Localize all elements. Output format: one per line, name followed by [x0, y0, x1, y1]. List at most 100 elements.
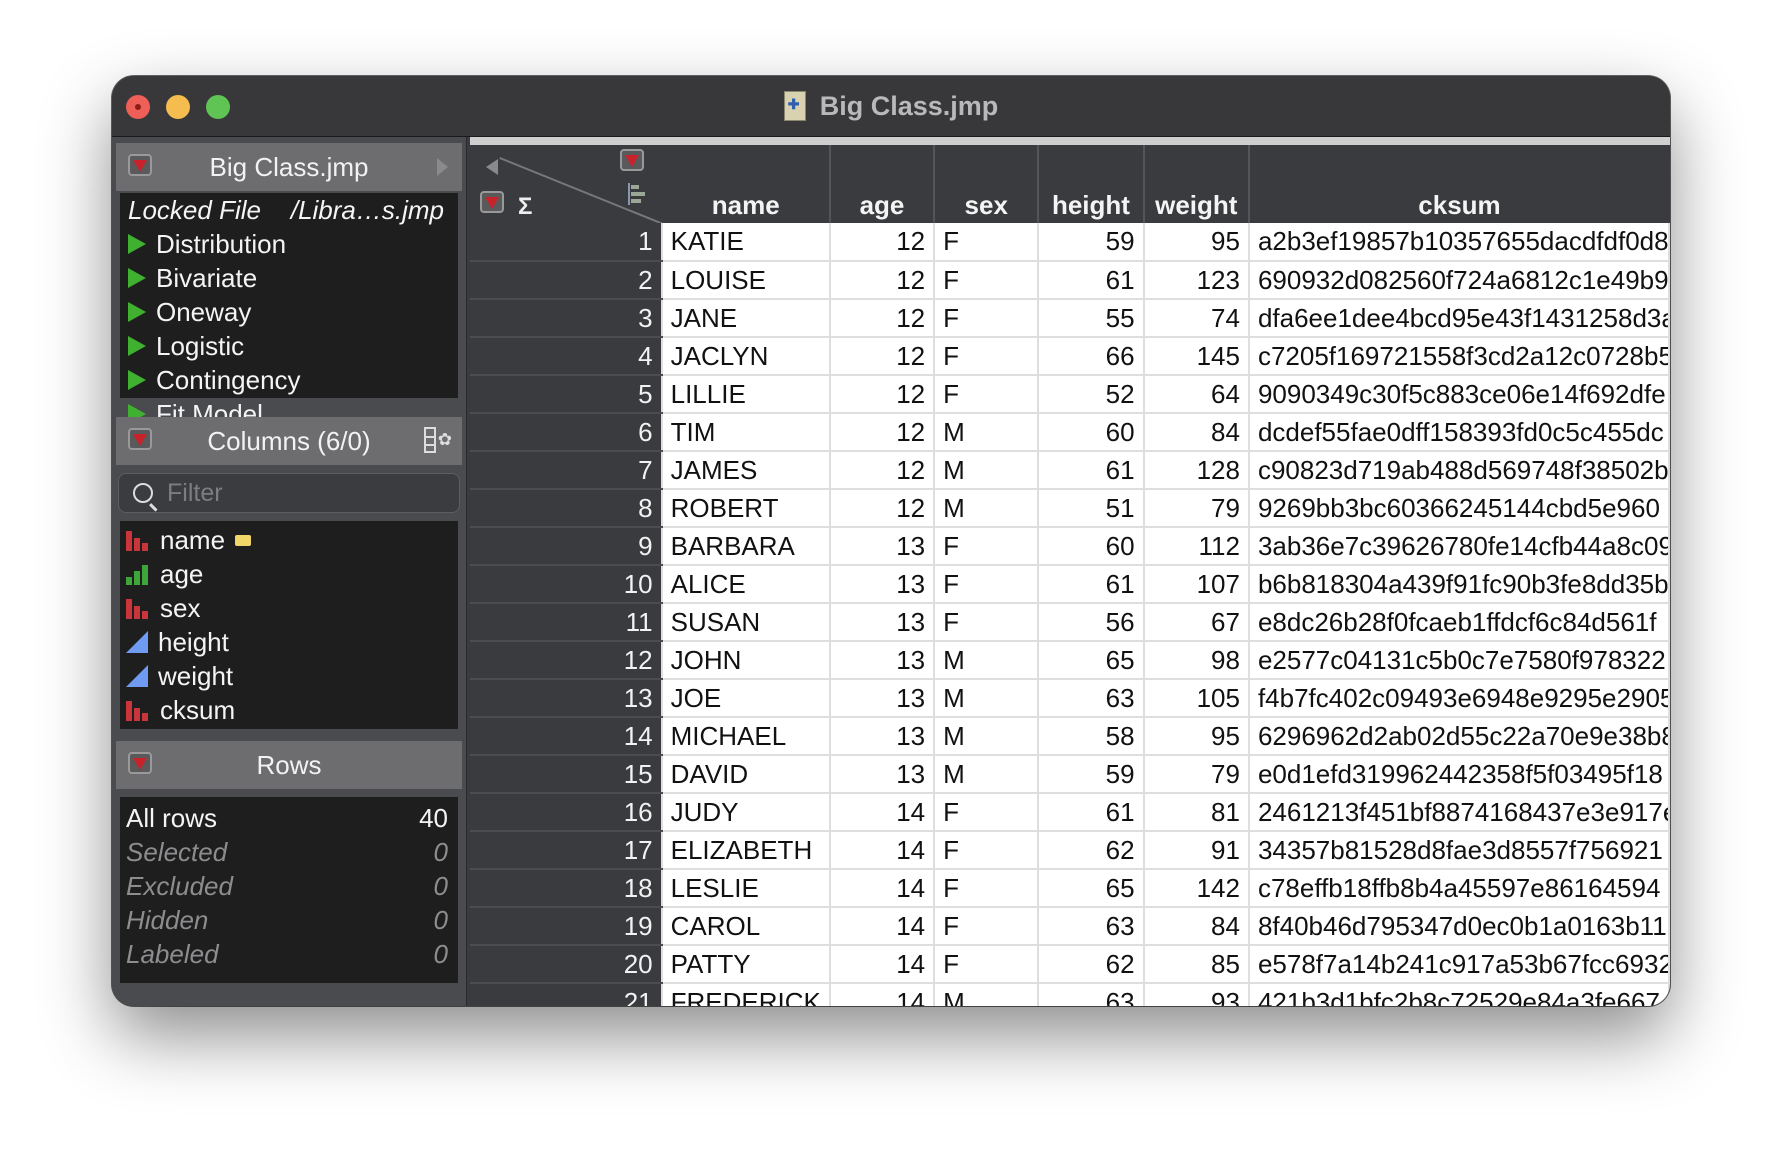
collapse-panel-arrow-icon[interactable]: [486, 159, 498, 175]
cell-name[interactable]: JOE: [660, 679, 831, 718]
cell-age[interactable]: 14: [828, 945, 936, 984]
table-row[interactable]: 17 ELIZABETH 14 F 62 91 34357b81528d8fae3d8557…: [470, 831, 1670, 870]
row-number[interactable]: 8: [470, 489, 662, 528]
cell-height[interactable]: 66: [1037, 337, 1145, 376]
row-number[interactable]: 11: [470, 603, 662, 642]
sort-icon[interactable]: [628, 183, 646, 205]
cell-weight[interactable]: 142: [1142, 869, 1250, 908]
cell-name[interactable]: TIM: [660, 413, 831, 452]
column-header-weight[interactable]: weight: [1142, 145, 1249, 223]
cell-height[interactable]: 58: [1037, 717, 1145, 756]
column-header-cksum[interactable]: cksum: [1247, 145, 1669, 223]
row-number[interactable]: 3: [470, 299, 662, 338]
cell-age[interactable]: 14: [828, 869, 936, 908]
cell-name[interactable]: MICHAEL: [660, 717, 831, 756]
table-row[interactable]: 11 SUSAN 13 F 56 67 e8dc26b28f0fcaeb1ffdcf6c84…: [470, 603, 1670, 642]
cell-height[interactable]: 59: [1037, 223, 1145, 262]
cell-sex[interactable]: M: [933, 641, 1040, 680]
row-number[interactable]: 10: [470, 565, 662, 604]
columns-red-triangle-menu[interactable]: [620, 149, 644, 171]
column-list-item[interactable]: cksum: [120, 693, 458, 727]
cell-height[interactable]: 61: [1037, 565, 1145, 604]
cell-cksum[interactable]: 6296962d2ab02d55c22a70e9e38b8: [1247, 717, 1670, 756]
row-number[interactable]: 14: [470, 717, 662, 756]
table-row[interactable]: 19 CAROL 14 F 63 84 8f40b46d795347d0ec0b1a0163…: [470, 907, 1670, 946]
cell-cksum[interactable]: e0d1efd319962442358f5f03495f18: [1247, 755, 1670, 794]
cell-cksum[interactable]: 2461213f451bf8874168437e3e917e: [1247, 793, 1670, 832]
cell-weight[interactable]: 91: [1142, 831, 1250, 870]
cell-age[interactable]: 12: [828, 375, 936, 414]
row-number[interactable]: 12: [470, 641, 662, 680]
cell-height[interactable]: 63: [1037, 983, 1145, 1006]
cell-weight[interactable]: 79: [1142, 489, 1250, 528]
cell-weight[interactable]: 93: [1142, 983, 1250, 1006]
cell-cksum[interactable]: 3ab36e7c39626780fe14cfb44a8c09: [1247, 527, 1670, 566]
cell-cksum[interactable]: 9269bb3bc60366245144cbd5e960: [1247, 489, 1670, 528]
table-row[interactable]: 10 ALICE 13 F 61 107 b6b818304a439f91fc90b3fe8…: [470, 565, 1670, 604]
cell-sex[interactable]: M: [933, 983, 1040, 1006]
table-row[interactable]: 20 PATTY 14 F 62 85 e578f7a14b241c917a53b67fcc…: [470, 945, 1670, 984]
cell-weight[interactable]: 81: [1142, 793, 1250, 832]
cell-weight[interactable]: 105: [1142, 679, 1250, 718]
cell-sex[interactable]: F: [933, 603, 1040, 642]
table-row[interactable]: 7 JAMES 12 M 61 128 c90823d719ab488d569748f385…: [470, 451, 1670, 490]
column-header-name[interactable]: name: [660, 145, 830, 223]
column-filter-input[interactable]: Filter: [118, 473, 460, 513]
table-row[interactable]: 18 LESLIE 14 F 65 142 c78effb18ffb8b4a45597e86…: [470, 869, 1670, 908]
cell-sex[interactable]: M: [933, 489, 1040, 528]
table-script-item[interactable]: Logistic: [120, 329, 458, 363]
row-number[interactable]: 13: [470, 679, 662, 718]
cell-age[interactable]: 12: [828, 489, 936, 528]
row-number[interactable]: 1: [470, 223, 662, 262]
row-number[interactable]: 19: [470, 907, 662, 946]
column-list-item[interactable]: weight: [120, 659, 458, 693]
chevron-right-icon[interactable]: [437, 158, 448, 176]
column-list-item[interactable]: name: [120, 523, 458, 557]
table-script-item[interactable]: Contingency: [120, 363, 458, 397]
cell-cksum[interactable]: c78effb18ffb8b4a45597e86164594: [1247, 869, 1670, 908]
cell-sex[interactable]: M: [933, 451, 1040, 490]
cell-age[interactable]: 12: [828, 261, 936, 300]
cell-age[interactable]: 13: [828, 755, 936, 794]
cell-cksum[interactable]: dcdef55fae0dff158393fd0c5c455dc: [1247, 413, 1670, 452]
cell-sex[interactable]: F: [933, 793, 1040, 832]
cell-cksum[interactable]: c7205f169721558f3cd2a12c0728b5: [1247, 337, 1670, 376]
rows-red-triangle-menu[interactable]: [480, 191, 504, 213]
cell-height[interactable]: 61: [1037, 793, 1145, 832]
column-list-item[interactable]: age: [120, 557, 458, 591]
cell-cksum[interactable]: 8f40b46d795347d0ec0b1a0163b11: [1247, 907, 1670, 946]
cell-cksum[interactable]: c90823d719ab488d569748f38502b: [1247, 451, 1670, 490]
cell-weight[interactable]: 95: [1142, 717, 1250, 756]
cell-sex[interactable]: F: [933, 565, 1040, 604]
cell-age[interactable]: 12: [828, 299, 936, 338]
table-script-item[interactable]: Distribution: [120, 227, 458, 261]
cell-name[interactable]: JAMES: [660, 451, 831, 490]
cell-weight[interactable]: 98: [1142, 641, 1250, 680]
cell-height[interactable]: 65: [1037, 869, 1145, 908]
cell-cksum[interactable]: 34357b81528d8fae3d8557f756921: [1247, 831, 1670, 870]
column-header-sex[interactable]: sex: [933, 145, 1039, 223]
cell-height[interactable]: 52: [1037, 375, 1145, 414]
cell-weight[interactable]: 79: [1142, 755, 1250, 794]
column-header-age[interactable]: age: [828, 145, 935, 223]
cell-weight[interactable]: 95: [1142, 223, 1250, 262]
cell-cksum[interactable]: f4b7fc402c09493e6948e9295e2905: [1247, 679, 1670, 718]
cell-age[interactable]: 14: [828, 907, 936, 946]
cell-height[interactable]: 62: [1037, 945, 1145, 984]
cell-age[interactable]: 14: [828, 831, 936, 870]
row-number[interactable]: 16: [470, 793, 662, 832]
cell-sex[interactable]: F: [933, 831, 1040, 870]
cell-weight[interactable]: 67: [1142, 603, 1250, 642]
cell-cksum[interactable]: 9090349c30f5c883ce06e14f692dfe: [1247, 375, 1670, 414]
cell-age[interactable]: 12: [828, 337, 936, 376]
cell-cksum[interactable]: e578f7a14b241c917a53b67fcc6932: [1247, 945, 1670, 984]
cell-weight[interactable]: 84: [1142, 907, 1250, 946]
row-number[interactable]: 9: [470, 527, 662, 566]
cell-name[interactable]: LESLIE: [660, 869, 831, 908]
row-number[interactable]: 4: [470, 337, 662, 376]
cell-age[interactable]: 12: [828, 451, 936, 490]
cell-name[interactable]: FREDERICK: [660, 983, 831, 1006]
cell-height[interactable]: 59: [1037, 755, 1145, 794]
table-panel-red-triangle-menu[interactable]: [128, 154, 152, 176]
cell-sex[interactable]: M: [933, 679, 1040, 718]
